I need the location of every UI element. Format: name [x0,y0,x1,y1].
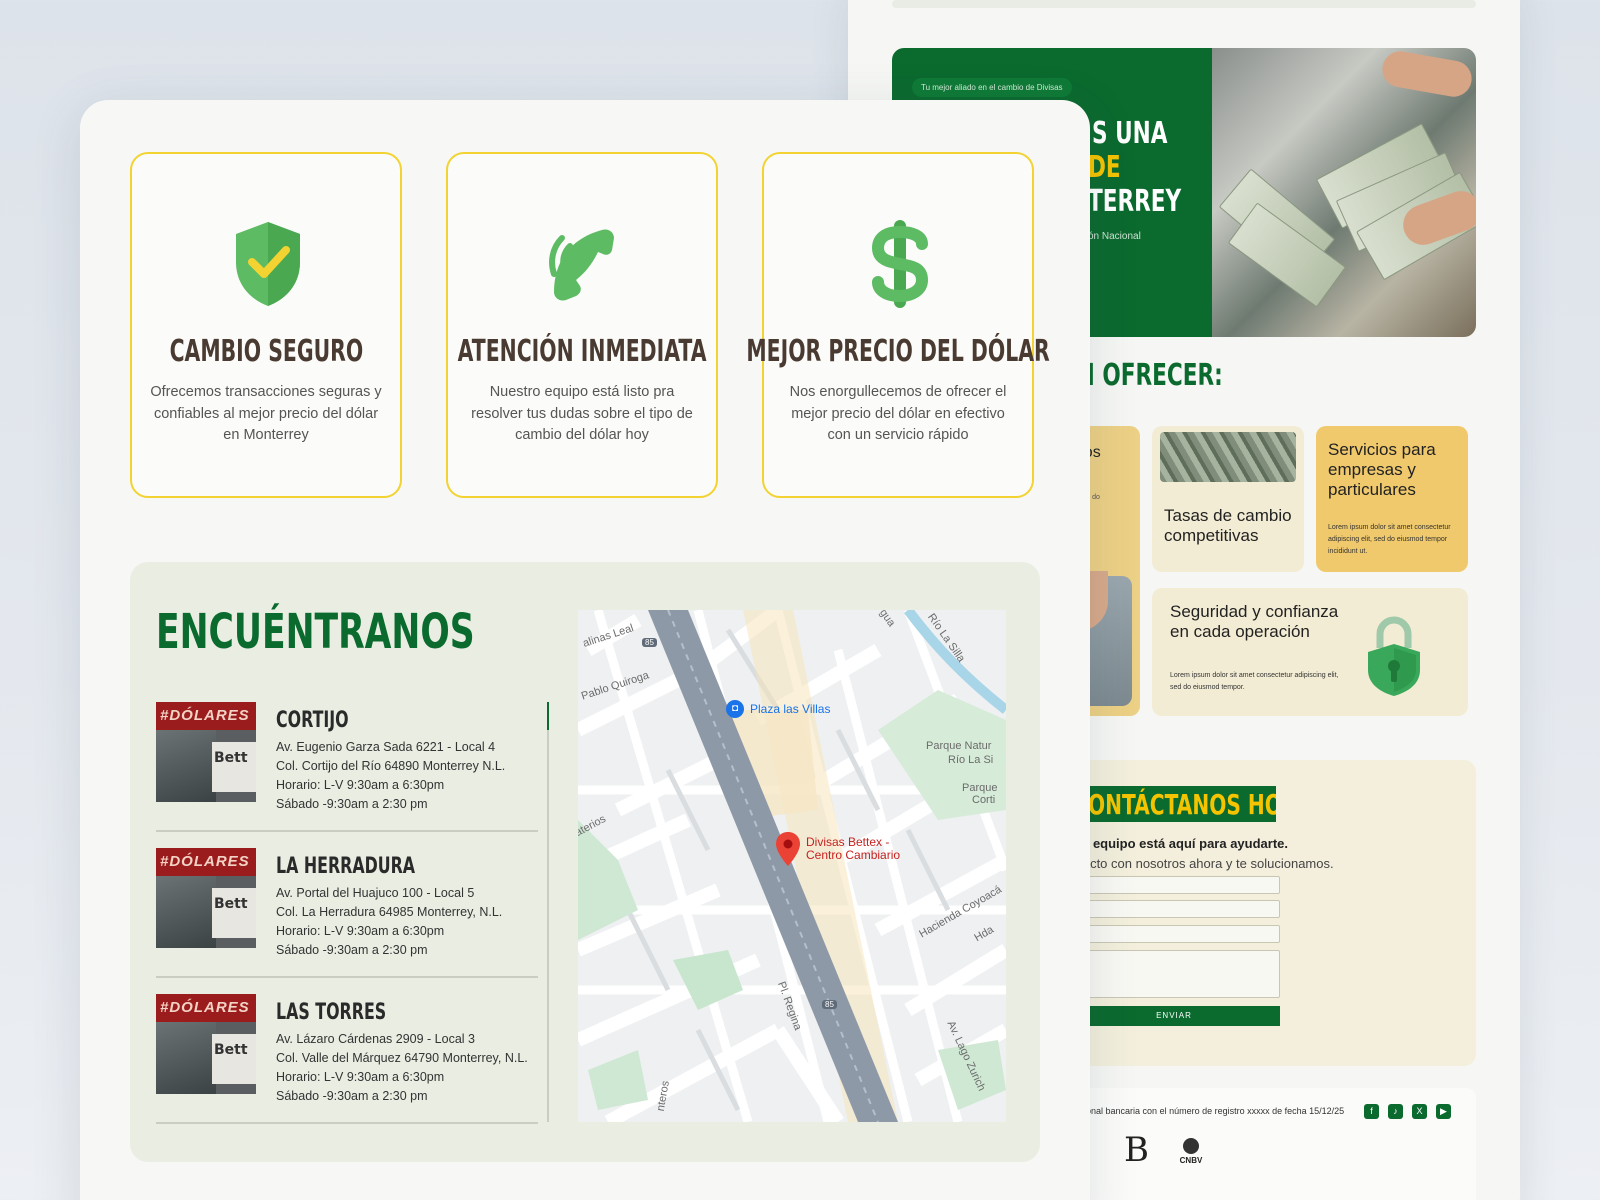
branch-address: Av. Lázaro Cárdenas 2909 - Local 3 [276,1032,475,1046]
offer-card-title: Seguridad y confianza en cada operación [1170,602,1339,641]
highway-shield: 85 [822,1000,837,1009]
money-stack-image [1160,432,1296,482]
hero-heading-line-2: DE [1088,150,1121,185]
map-view[interactable]: alinas Leal Pablo Quiroga Río La Silla g… [578,610,1006,1122]
youtube-icon[interactable]: ▶ [1436,1104,1451,1119]
feature-description: Nuestro equipo está listo pra resolver t… [471,384,693,443]
branch-list-scrollbar[interactable] [547,702,549,1122]
message-field[interactable]: nsaje [1068,950,1280,998]
offer-card-title: Servicios para empresas y particulares [1328,440,1436,499]
name-field[interactable]: e [1068,876,1280,894]
map-pin-icon[interactable] [776,832,800,866]
scrollbar-thumb[interactable] [547,702,549,730]
feature-card-secure: CAMBIO SEGURO Ofrecemos transacciones se… [130,152,402,498]
shield-check-icon [236,222,300,306]
place-label: Corti [972,794,996,806]
branch-item-cortijo[interactable]: #DÓLARES Bett CORTIJO Av. Eugenio Garza S… [156,702,538,832]
offer-card-rates: Tasas de cambio competitivas [1152,426,1304,572]
offer-card-text: Lorem ipsum dolor sit amet consectetur a… [1170,672,1339,691]
hero-photo-money-exchange [1212,48,1476,337]
map-streets [578,610,1006,1122]
divider [156,1122,538,1124]
branch-photo: #DÓLARES Bett [156,702,256,802]
phone-field[interactable]: o [1068,925,1280,943]
send-button[interactable]: ENVIAR [1068,1006,1280,1026]
contact-heading-badge: ¡CONTÁCTANOS HOY! [1062,786,1276,822]
social-links: f ♪ X ▶ [1364,1104,1451,1119]
contact-intro: tro equipo está aquí para ayudarte. [1072,836,1288,851]
divider [156,976,538,978]
cnbv-logo: CNBV [1174,1138,1208,1165]
offer-card-text: Lorem ipsum dolor sit amet consectetur a… [1328,524,1451,555]
branch-colonia: Col. La Herradura 64985 Monterrey, N.L. [276,905,503,919]
place-label: Parque [962,782,998,794]
offer-card-title: Tasas de cambio competitivas [1164,506,1292,545]
poi-label[interactable]: Plaza las Villas [750,702,830,716]
branch-name: LAS TORRES [276,1000,387,1025]
locator-title: ENCUÉNTRANOS [156,604,475,660]
feature-card-best-price: MEJOR PRECIO DEL DÓLAR Nos enorgullecemo… [746,152,1050,498]
hero-heading-line-1: S UNA [1092,116,1168,151]
hero-tagline: Tu mejor aliado en el cambio de Divisas [912,78,1072,97]
offer-card-security: Seguridad y confianza en cada operación … [1152,588,1468,716]
branch-photo: #DÓLARES Bett [156,994,256,1094]
offer-card-services: Servicios para empresas y particulares L… [1316,426,1468,572]
feature-title: ATENCIÓN INMEDIATA [457,334,707,369]
branch-hours-weekday: Horario: L-V 9:30am a 6:30pm [276,1070,445,1084]
branch-name: CORTIJO [276,708,349,733]
highway-shield: 85 [642,638,657,647]
pin-label[interactable]: Centro Cambiario [806,849,900,862]
branch-item-la-herradura[interactable]: #DÓLARES Bett LA HERRADURA Av. Portal del… [156,848,538,978]
feature-title: MEJOR PRECIO DEL DÓLAR [746,334,1050,369]
facebook-icon[interactable]: f [1364,1104,1379,1119]
branch-locator-section: ENCUÉNTRANOS #DÓLARES Bett CORTIJO Av. Eu… [130,562,1040,1162]
contact-subtext: ntacto con nosotros ahora y te soluciona… [1072,856,1334,871]
branch-address: Av. Eugenio Garza Sada 6221 - Local 4 [276,740,496,754]
hero-subtitle: ón Nacional [1088,231,1141,242]
branch-hours-saturday: Sábado -9:30am a 2:30 pm [276,1089,428,1103]
dollar-sign-icon [871,220,929,308]
front-page-preview: CAMBIO SEGURO Ofrecemos transacciones se… [80,100,1090,1200]
place-label: Parque Natur [926,740,992,752]
branch-colonia: Col. Valle del Márquez 64790 Monterrey, … [276,1051,528,1065]
shopping-bag-icon[interactable]: ◘ [726,700,744,718]
branch-hours-saturday: Sábado -9:30am a 2:30 pm [276,943,428,957]
x-icon[interactable]: X [1412,1104,1427,1119]
banxico-logo: B [1124,1130,1149,1170]
hero-heading-line-3: TERREY [1088,184,1182,219]
divider [156,830,538,832]
feature-description: Ofrecemos transacciones seguras y confia… [150,384,382,443]
email-field[interactable] [1068,900,1280,918]
branch-hours-weekday: Horario: L-V 9:30am a 6:30pm [276,924,445,938]
feature-card-attention: ATENCIÓN INMEDIATA Nuestro equipo está l… [446,152,718,498]
tiktok-icon[interactable]: ♪ [1388,1104,1403,1119]
branch-hours-saturday: Sábado -9:30am a 2:30 pm [276,797,428,811]
feature-title: CAMBIO SEGURO [169,334,363,369]
padlock-icon [1368,616,1420,696]
branch-colonia: Col. Cortijo del Río 64890 Monterrey N.L… [276,759,506,773]
feature-description: Nos enorgullecemos de ofrecer el mejor p… [789,384,1007,443]
place-label: Río La Si [948,754,994,766]
phone-call-icon [549,229,614,301]
branch-item-las-torres[interactable]: #DÓLARES Bett LAS TORRES Av. Lázaro Cárde… [156,994,538,1124]
divider [892,0,1476,8]
branch-hours-weekday: Horario: L-V 9:30am a 6:30pm [276,778,445,792]
branch-photo: #DÓLARES Bett [156,848,256,948]
branch-name: LA HERRADURA [276,854,416,879]
branch-address: Av. Portal del Huajuco 100 - Local 5 [276,886,475,900]
footer-legal-text: n nacional bancaria con el número de reg… [1062,1106,1345,1116]
